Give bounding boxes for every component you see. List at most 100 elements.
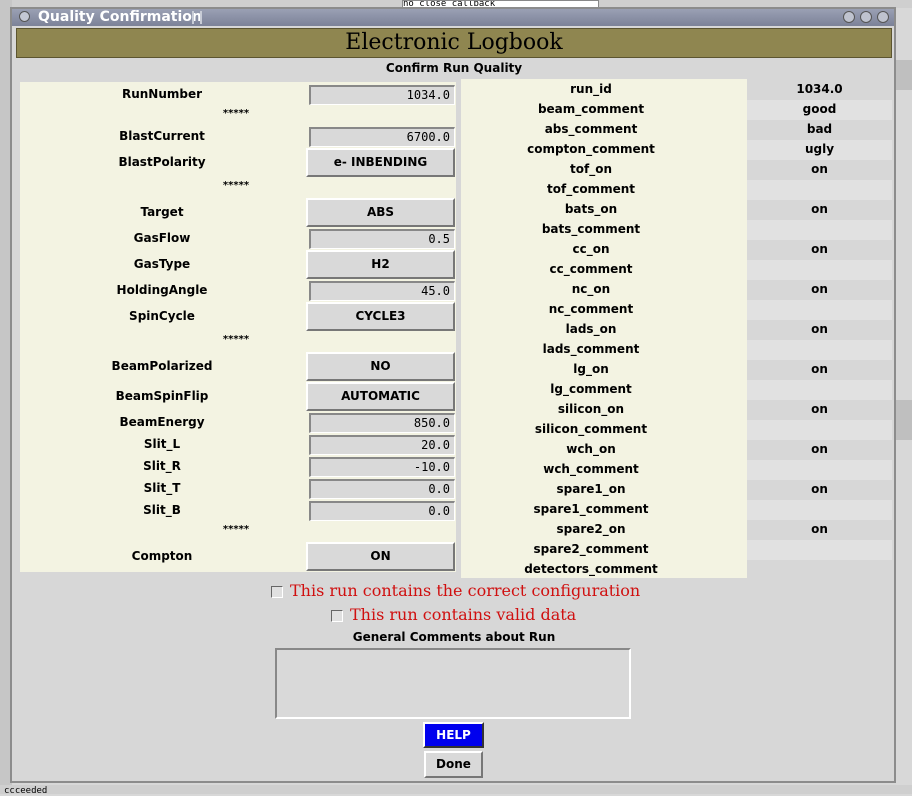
- beam-energy-field[interactable]: 850.0: [309, 413, 455, 433]
- summary-key: spare1_on: [556, 482, 626, 496]
- holding-angle-field[interactable]: 45.0: [309, 281, 455, 301]
- summary-key: detectors_comment: [524, 562, 658, 576]
- summary-value: bad: [806, 122, 833, 136]
- background-fragment: [896, 60, 912, 90]
- summary-value: on: [811, 322, 828, 336]
- done-button[interactable]: Done: [424, 751, 483, 778]
- summary-key: lg_comment: [550, 382, 632, 396]
- summary-row-bg: [747, 560, 892, 580]
- minimize-icon[interactable]: [843, 11, 855, 23]
- maximize-icon[interactable]: [860, 11, 872, 23]
- separator-stars: *****: [222, 180, 250, 191]
- beam-polarized-label: BeamPolarized: [111, 359, 213, 373]
- slit-l-field[interactable]: 20.0: [309, 435, 455, 455]
- target-label: Target: [140, 205, 184, 219]
- general-comments-textarea[interactable]: [275, 648, 631, 719]
- summary-key: silicon_comment: [534, 422, 648, 436]
- blast-current-label: BlastCurrent: [119, 129, 205, 143]
- summary-value: good: [802, 102, 837, 116]
- summary-row-bg: [747, 380, 892, 400]
- summary-key: nc_on: [571, 282, 611, 296]
- blast-current-field[interactable]: 6700.0: [309, 127, 455, 147]
- summary-key: lg_on: [573, 362, 609, 376]
- summary-key: bats_comment: [541, 222, 641, 236]
- gas-flow-field[interactable]: 0.5: [309, 229, 455, 249]
- background-fragment: [896, 400, 912, 440]
- valid-data-checkbox[interactable]: [331, 610, 343, 622]
- summary-row-bg: [747, 260, 892, 280]
- summary-key: wch_on: [566, 442, 616, 456]
- slit-t-field[interactable]: 0.0: [309, 479, 455, 499]
- summary-row-bg: [747, 500, 892, 520]
- summary-row-bg: [747, 300, 892, 320]
- summary-value: on: [811, 202, 828, 216]
- compton-button[interactable]: ON: [306, 542, 455, 571]
- beam-energy-label: BeamEnergy: [119, 415, 205, 429]
- beam-polarized-button[interactable]: NO: [306, 352, 455, 381]
- summary-key: beam_comment: [537, 102, 645, 116]
- window-title: Quality Confirmation: [38, 9, 202, 25]
- summary-key: lads_comment: [542, 342, 640, 356]
- summary-key: bats_on: [564, 202, 618, 216]
- summary-row-bg: [747, 540, 892, 560]
- summary-value: on: [811, 482, 828, 496]
- summary-key: lads_on: [565, 322, 617, 336]
- close-icon[interactable]: [877, 11, 889, 23]
- subtitle: Confirm Run Quality: [385, 61, 523, 75]
- summary-key: run_id: [570, 82, 612, 96]
- summary-key: compton_comment: [527, 142, 655, 156]
- gas-type-label: GasType: [133, 257, 191, 271]
- summary-row-bg: [747, 460, 892, 480]
- summary-value: on: [811, 442, 828, 456]
- slit-b-field[interactable]: 0.0: [309, 501, 455, 521]
- slit-b-label: Slit_B: [143, 503, 181, 517]
- summary-row-bg: [747, 180, 892, 200]
- help-button[interactable]: HELP: [423, 722, 484, 748]
- summary-key: tof_comment: [547, 182, 635, 196]
- gas-type-button[interactable]: H2: [306, 250, 455, 279]
- summary-value: 1034.0: [796, 82, 843, 96]
- summary-key: spare1_comment: [533, 502, 649, 516]
- summary-key: spare2_comment: [533, 542, 649, 556]
- slit-r-field[interactable]: -10.0: [309, 457, 455, 477]
- slit-l-label: Slit_L: [143, 437, 181, 451]
- slit-t-label: Slit_T: [143, 481, 181, 495]
- blast-polarity-button[interactable]: e- INBENDING: [306, 148, 455, 177]
- summary-value: ugly: [804, 142, 835, 156]
- beam-spin-flip-label: BeamSpinFlip: [115, 389, 209, 403]
- summary-value: on: [811, 162, 828, 176]
- spin-cycle-button[interactable]: CYCLE3: [306, 302, 455, 331]
- summary-key: silicon_on: [557, 402, 625, 416]
- summary-row-bg: [747, 420, 892, 440]
- general-comments-label: General Comments about Run: [352, 630, 556, 644]
- run-number-field[interactable]: 1034.0: [309, 85, 455, 105]
- window-menu-icon[interactable]: [19, 11, 30, 22]
- run-number-label: RunNumber: [121, 87, 203, 101]
- title-grip-icon: [192, 11, 202, 24]
- summary-value: on: [811, 282, 828, 296]
- summary-value: on: [811, 402, 828, 416]
- holding-angle-label: HoldingAngle: [116, 283, 208, 297]
- correct-configuration-label: This run contains the correct configurat…: [290, 581, 641, 600]
- summary-key: spare2_on: [556, 522, 626, 536]
- summary-value: on: [811, 242, 828, 256]
- summary-value: on: [811, 362, 828, 376]
- spin-cycle-label: SpinCycle: [129, 309, 195, 323]
- separator-stars: *****: [222, 334, 250, 345]
- summary-value: on: [811, 522, 828, 536]
- compton-label: Compton: [131, 549, 193, 563]
- gas-flow-label: GasFlow: [133, 231, 191, 245]
- summary-key: abs_comment: [544, 122, 638, 136]
- summary-row-bg: [747, 340, 892, 360]
- blast-polarity-label: BlastPolarity: [118, 155, 206, 169]
- correct-configuration-checkbox[interactable]: [271, 586, 283, 598]
- summary-row-bg: [747, 220, 892, 240]
- summary-key: cc_on: [572, 242, 610, 256]
- banner-title: Electronic Logbook: [345, 30, 563, 55]
- separator-stars: *****: [222, 524, 250, 535]
- target-button[interactable]: ABS: [306, 198, 455, 227]
- separator-stars: *****: [222, 108, 250, 119]
- beam-spin-flip-button[interactable]: AUTOMATIC: [306, 382, 455, 411]
- slit-r-label: Slit_R: [143, 459, 181, 473]
- background-window-bottom: [0, 785, 912, 794]
